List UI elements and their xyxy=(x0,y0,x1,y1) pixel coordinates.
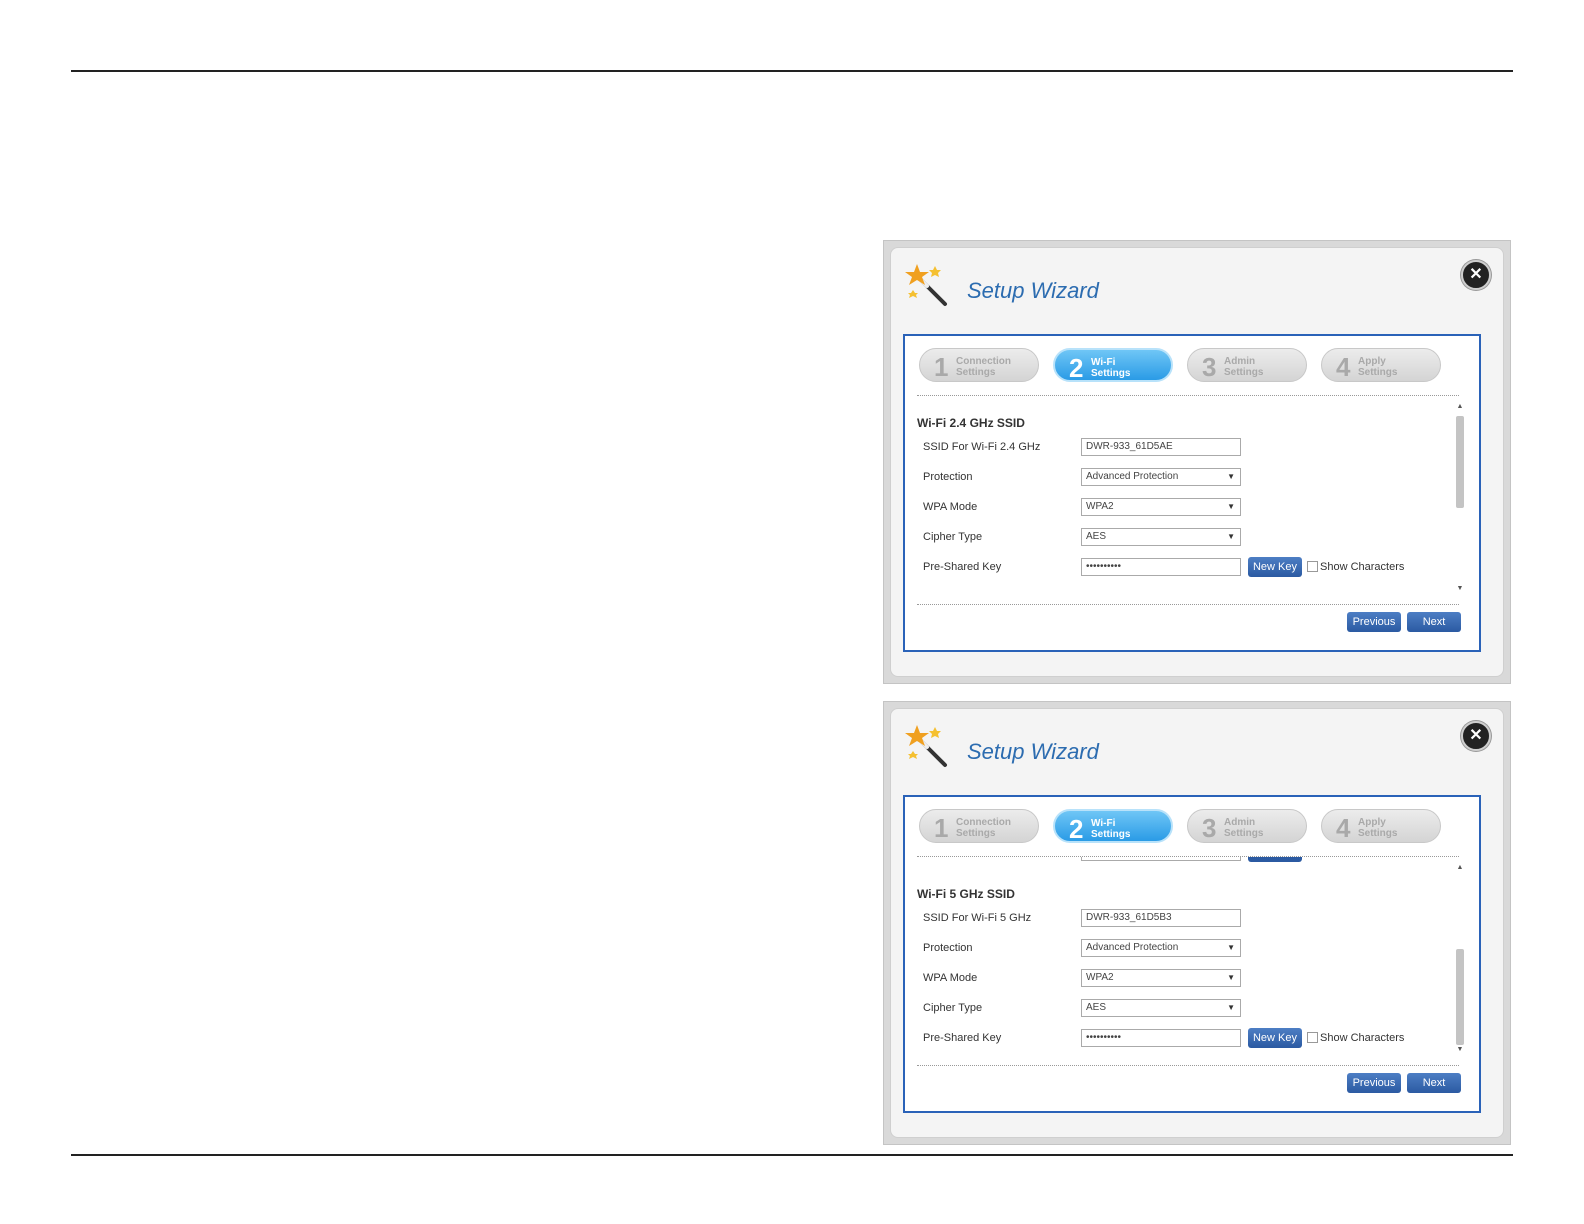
step-label: Wi-Fi Settings xyxy=(1091,818,1131,840)
divider xyxy=(917,604,1459,605)
ssid-label: SSID For Wi-Fi 2.4 GHz xyxy=(923,441,1041,453)
step-number: 1 xyxy=(934,813,949,843)
cipher-type-value: AES xyxy=(1086,531,1107,542)
step-number: 1 xyxy=(934,352,949,382)
scrolled-button-edge xyxy=(1248,857,1302,862)
protection-label: Protection xyxy=(923,471,973,483)
step-label: Connection Settings xyxy=(956,356,1011,378)
show-characters-label: Show Characters xyxy=(1320,1032,1405,1044)
dropdown-arrow-icon: ▼ xyxy=(1227,502,1235,511)
step-number: 3 xyxy=(1202,813,1217,843)
step-connection-settings: 1 Connection Settings xyxy=(919,809,1039,843)
dropdown-arrow-icon: ▼ xyxy=(1227,1003,1235,1012)
step-label: Connection Settings xyxy=(956,817,1011,839)
step-number: 2 xyxy=(1069,814,1084,844)
psk-label: Pre-Shared Key xyxy=(923,1032,1002,1044)
step-number: 4 xyxy=(1336,813,1351,843)
step-label: Admin Settings xyxy=(1224,817,1264,839)
cipher-type-label: Cipher Type xyxy=(923,1002,983,1014)
wizard-content: 1 Connection Settings 2 Wi-Fi Settings 3… xyxy=(903,795,1481,1113)
divider xyxy=(917,395,1459,396)
cipher-type-label: Cipher Type xyxy=(923,531,983,543)
show-characters-checkbox[interactable] xyxy=(1307,1032,1318,1043)
step-indicator: 1 Connection Settings 2 Wi-Fi Settings 3… xyxy=(919,348,1459,386)
new-key-button[interactable]: New Key xyxy=(1248,1028,1302,1048)
top-rule xyxy=(71,70,1513,72)
next-button[interactable]: Next xyxy=(1407,612,1461,632)
dropdown-arrow-icon: ▼ xyxy=(1227,973,1235,982)
setup-wizard-dialog-24ghz: Setup Wizard ✕ 1 Connection Settings 2 W… xyxy=(883,240,1511,684)
wpa-mode-label: WPA Mode xyxy=(923,972,978,984)
psk-label: Pre-Shared Key xyxy=(923,561,1002,573)
step-label: Apply Settings xyxy=(1358,817,1398,839)
step-wifi-settings: 2 Wi-Fi Settings xyxy=(1053,348,1173,383)
protection-select[interactable]: Advanced Protection ▼ xyxy=(1081,939,1241,957)
ssid-input[interactable]: DWR-933_61D5AE xyxy=(1081,438,1241,456)
step-connection-settings: 1 Connection Settings xyxy=(919,348,1039,382)
close-icon[interactable]: ✕ xyxy=(1461,260,1491,290)
cipher-type-select[interactable]: AES ▼ xyxy=(1081,999,1241,1017)
dropdown-arrow-icon: ▼ xyxy=(1227,472,1235,481)
protection-value: Advanced Protection xyxy=(1086,942,1179,953)
scroll-up-icon[interactable]: ▲ xyxy=(1455,863,1465,873)
show-characters-checkbox[interactable] xyxy=(1307,561,1318,572)
step-apply-settings: 4 Apply Settings xyxy=(1321,809,1441,843)
step-label: Admin Settings xyxy=(1224,356,1264,378)
ssid-input[interactable]: DWR-933_61D5B3 xyxy=(1081,909,1241,927)
step-number: 2 xyxy=(1069,353,1084,383)
scrollbar[interactable]: ▲ ▼ xyxy=(1455,863,1465,1055)
wizard-card: Setup Wizard ✕ 1 Connection Settings 2 W… xyxy=(890,708,1504,1138)
scrollbar-thumb[interactable] xyxy=(1456,416,1464,508)
protection-select[interactable]: Advanced Protection ▼ xyxy=(1081,468,1241,486)
wpa-mode-label: WPA Mode xyxy=(923,501,978,513)
bottom-rule xyxy=(71,1154,1513,1156)
previous-button[interactable]: Previous xyxy=(1347,1073,1401,1093)
scroll-up-icon[interactable]: ▲ xyxy=(1455,402,1465,412)
next-button[interactable]: Next xyxy=(1407,1073,1461,1093)
magic-wand-icon xyxy=(905,264,947,306)
scrollbar-thumb[interactable] xyxy=(1456,949,1464,1045)
show-characters-label: Show Characters xyxy=(1320,561,1405,573)
psk-input[interactable]: •••••••••• xyxy=(1081,558,1241,576)
protection-label: Protection xyxy=(923,942,973,954)
step-wifi-settings: 2 Wi-Fi Settings xyxy=(1053,809,1173,844)
step-label: Wi-Fi Settings xyxy=(1091,357,1131,379)
wpa-mode-select[interactable]: WPA2 ▼ xyxy=(1081,498,1241,516)
scrolled-field-edge xyxy=(1081,857,1241,861)
scrollbar[interactable]: ▲ ▼ xyxy=(1455,402,1465,594)
step-label: Apply Settings xyxy=(1358,356,1398,378)
dropdown-arrow-icon: ▼ xyxy=(1227,532,1235,541)
new-key-button[interactable]: New Key xyxy=(1248,557,1302,577)
ssid-label: SSID For Wi-Fi 5 GHz xyxy=(923,912,1032,924)
psk-input[interactable]: •••••••••• xyxy=(1081,1029,1241,1047)
wpa-mode-value: WPA2 xyxy=(1086,501,1114,512)
section-title: Wi-Fi 5 GHz SSID xyxy=(917,887,1015,901)
step-indicator: 1 Connection Settings 2 Wi-Fi Settings 3… xyxy=(919,809,1459,847)
cipher-type-select[interactable]: AES ▼ xyxy=(1081,528,1241,546)
step-apply-settings: 4 Apply Settings xyxy=(1321,348,1441,382)
previous-button[interactable]: Previous xyxy=(1347,612,1401,632)
divider xyxy=(917,1065,1459,1066)
scroll-down-icon[interactable]: ▼ xyxy=(1455,584,1465,594)
magic-wand-icon xyxy=(905,725,947,767)
scroll-down-icon[interactable]: ▼ xyxy=(1455,1045,1465,1055)
step-admin-settings: 3 Admin Settings xyxy=(1187,809,1307,843)
protection-value: Advanced Protection xyxy=(1086,471,1179,482)
setup-wizard-dialog-5ghz: Setup Wizard ✕ 1 Connection Settings 2 W… xyxy=(883,701,1511,1145)
wizard-title: Setup Wizard xyxy=(967,739,1099,764)
wpa-mode-value: WPA2 xyxy=(1086,972,1114,983)
step-number: 3 xyxy=(1202,352,1217,382)
wizard-title: Setup Wizard xyxy=(967,278,1099,303)
section-title: Wi-Fi 2.4 GHz SSID xyxy=(917,416,1025,430)
step-number: 4 xyxy=(1336,352,1351,382)
wizard-card: Setup Wizard ✕ 1 Connection Settings 2 W… xyxy=(890,247,1504,677)
wizard-content: 1 Connection Settings 2 Wi-Fi Settings 3… xyxy=(903,334,1481,652)
dropdown-arrow-icon: ▼ xyxy=(1227,943,1235,952)
step-admin-settings: 3 Admin Settings xyxy=(1187,348,1307,382)
wpa-mode-select[interactable]: WPA2 ▼ xyxy=(1081,969,1241,987)
cipher-type-value: AES xyxy=(1086,1002,1107,1013)
close-icon[interactable]: ✕ xyxy=(1461,721,1491,751)
